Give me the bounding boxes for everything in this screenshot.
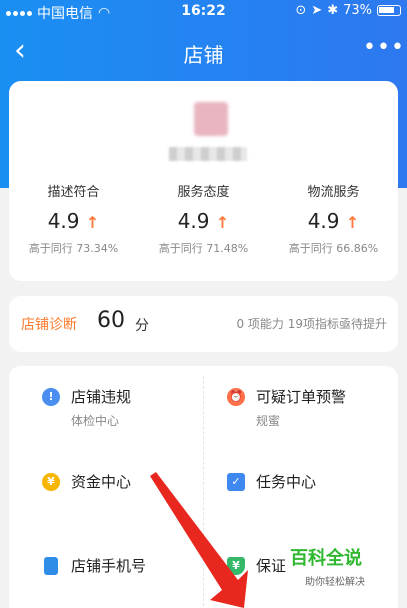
battery-icon <box>377 5 401 16</box>
metric-value: 4.9 ↑ <box>307 209 360 233</box>
battery-percent: 73% <box>343 3 372 18</box>
tool-suspicious-order[interactable]: ⏰ 可疑订单预警 规蜜 <box>227 386 407 446</box>
up-arrow-icon: ↑ <box>345 213 360 232</box>
page-title: 店铺 <box>183 43 224 67</box>
diagnosis-description: 0 项能力 19项指标亟待提升 <box>236 317 387 331</box>
tool-task-center[interactable]: ✓ 任务中心 <box>227 471 407 531</box>
metric-compare: 高于同行 66.86% <box>288 242 379 255</box>
tool-title: 店铺手机号 <box>71 557 147 575</box>
bluetooth-icon: ✱ <box>327 3 339 18</box>
shop-avatar[interactable] <box>194 102 228 136</box>
metric-label: 描述符合 <box>47 185 100 200</box>
shop-name-blurred <box>169 147 247 161</box>
location-icon: ➤ <box>311 3 323 18</box>
nav-bar: ‹ 店铺 ••• <box>0 24 407 80</box>
watermark: 百科全说 助你轻松解决 <box>290 544 380 588</box>
shop-diagnosis-card[interactable]: 店铺诊断 60 分 0 项能力 19项指标亟待提升 <box>9 296 398 352</box>
watermark-subtitle: 助你轻松解决 <box>305 577 365 588</box>
coin-icon: ¥ <box>42 473 60 491</box>
tool-shop-violation[interactable]: ! 店铺违规 体检中心 <box>42 386 222 446</box>
metric-description[interactable]: 描述符合 4.9 ↑ 高于同行 73.34% <box>9 181 138 256</box>
status-bar: 中国电信 ◠ 16:22 ⊙ ➤ ✱ 73% <box>0 0 407 24</box>
diagnosis-score: 60 <box>97 308 125 333</box>
tool-title: 资金中心 <box>71 473 132 491</box>
alarm-clock-icon: ⏰ <box>227 388 245 406</box>
phone-icon <box>44 557 58 575</box>
metric-label: 物流服务 <box>307 185 360 200</box>
tool-title: 店铺违规 <box>71 388 132 406</box>
metric-value: 4.9 ↑ <box>47 209 100 233</box>
metric-value: 4.9 ↑ <box>177 209 230 233</box>
up-arrow-icon: ↑ <box>85 213 100 232</box>
diagnosis-unit: 分 <box>135 318 149 334</box>
tool-title: 可疑订单预警 <box>256 388 347 406</box>
tool-shop-phone[interactable]: 店铺手机号 <box>42 555 222 608</box>
rotation-lock-icon: ⊙ <box>295 3 307 18</box>
metric-compare: 高于同行 71.48% <box>158 242 249 255</box>
tool-title: 保证 <box>256 557 287 575</box>
diagnosis-label: 店铺诊断 <box>21 317 77 333</box>
shop-summary-card: 描述符合 4.9 ↑ 高于同行 73.34% 服务态度 4.9 ↑ 高于同行 7… <box>9 81 398 281</box>
clipboard-check-icon: ✓ <box>227 473 245 491</box>
more-dots-icon[interactable]: ••• <box>363 37 404 67</box>
watermark-title: 百科全说 <box>290 548 362 569</box>
up-arrow-icon: ↑ <box>215 213 230 232</box>
metric-service[interactable]: 服务态度 4.9 ↑ 高于同行 71.48% <box>139 181 268 256</box>
tool-title: 任务中心 <box>256 473 317 491</box>
metric-compare: 高于同行 73.34% <box>28 242 119 255</box>
status-right: ⊙ ➤ ✱ 73% <box>295 3 401 18</box>
metric-logistics[interactable]: 物流服务 4.9 ↑ 高于同行 66.86% <box>269 181 398 256</box>
tool-subtitle: 体检中心 <box>71 414 120 428</box>
info-icon: ! <box>42 388 60 406</box>
metric-label: 服务态度 <box>177 185 230 200</box>
tool-subtitle: 规蜜 <box>256 414 281 428</box>
tool-fund-center[interactable]: ¥ 资金中心 <box>42 471 222 531</box>
shield-icon: ¥ <box>227 557 245 575</box>
